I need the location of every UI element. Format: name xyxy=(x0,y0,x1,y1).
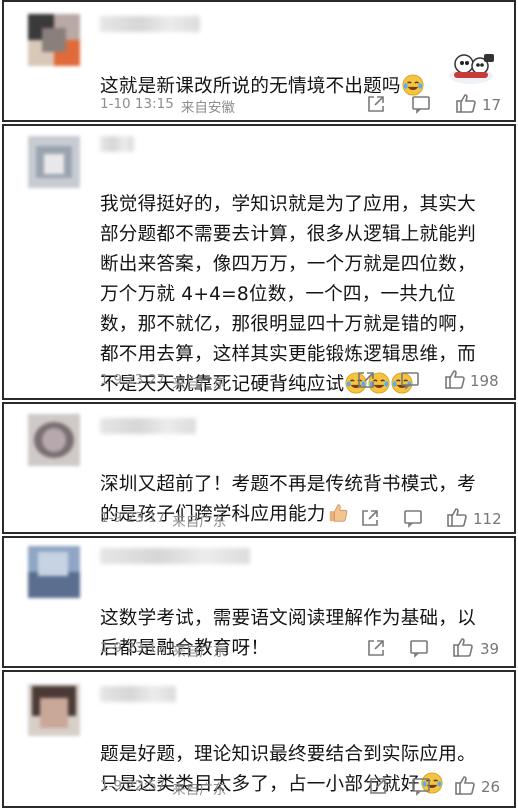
location: 来自广东 xyxy=(172,644,227,660)
laugh-cry-emoji xyxy=(402,74,424,96)
comment-meta: 1-9 23:17 来自广东 xyxy=(100,640,226,660)
comment-text: 我觉得挺好的，学知识就是为了应用，其实大 部分题都不需要去计算，很多从逻辑上就能… xyxy=(100,194,476,395)
thumbs-up-icon[interactable] xyxy=(446,506,468,528)
comment-card: 我觉得挺好的，学知识就是为了应用，其实大 部分题都不需要去计算，很多从逻辑上就能… xyxy=(2,124,516,400)
comment-meta: 1-9 23:27 来自广东 xyxy=(100,372,226,392)
comment-icon[interactable] xyxy=(403,508,423,528)
comment-icon[interactable] xyxy=(411,94,431,114)
comment-icon[interactable] xyxy=(411,776,431,796)
share-icon[interactable] xyxy=(360,508,380,528)
like-count: 39 xyxy=(480,640,500,658)
like-count: 26 xyxy=(481,778,501,796)
thumbs-up-icon[interactable] xyxy=(452,636,474,658)
timestamp: 1-9 22:57 xyxy=(100,778,166,794)
timestamp: 1-10 13:15 xyxy=(100,96,174,112)
comment-card: 深圳又超前了！考题不再是传统背书模式，考 的是孩子们跨学科应用能力 1-9 23… xyxy=(2,402,516,534)
comment-meta: 1-9 22:57 来自广东 xyxy=(100,778,226,798)
comment-feed: 这就是新课改所说的无情境不出题吗 1-10 13:15 来自安徽 17 我觉得挺… xyxy=(0,0,518,810)
timestamp: 1-9 23:27 xyxy=(100,372,166,388)
username[interactable] xyxy=(100,548,250,564)
avatar[interactable] xyxy=(28,546,80,598)
comment-text: 这就是新课改所说的无情境不出题吗 xyxy=(100,42,434,102)
comment-meta: 1-10 13:15 来自安徽 xyxy=(100,96,235,116)
avatar[interactable] xyxy=(28,136,80,188)
comment-icon[interactable] xyxy=(409,638,429,658)
avatar[interactable] xyxy=(28,14,80,66)
comment-card: 这数学考试，需要语文阅读理解作为基础，以 后都是融合教育呀！ 1-9 23:17… xyxy=(2,536,516,668)
thumbs-up-emoji xyxy=(329,504,347,522)
location: 来自安徽 xyxy=(180,100,235,116)
location: 来自广东 xyxy=(172,782,227,798)
username[interactable] xyxy=(100,686,176,702)
location: 来自广东 xyxy=(172,514,227,530)
avatar[interactable] xyxy=(28,684,80,736)
share-icon[interactable] xyxy=(366,94,386,114)
comment-card: 这就是新课改所说的无情境不出题吗 1-10 13:15 来自安徽 17 xyxy=(2,0,516,122)
cartoon-sticker-icon xyxy=(449,54,494,84)
location: 来自广东 xyxy=(172,376,227,392)
thumbs-up-icon[interactable] xyxy=(455,92,477,114)
share-icon[interactable] xyxy=(366,638,386,658)
like-count: 112 xyxy=(473,510,502,528)
timestamp: 1-9 23:17 xyxy=(100,510,166,526)
thumbs-up-icon[interactable] xyxy=(454,774,476,796)
username[interactable] xyxy=(100,136,134,152)
username[interactable] xyxy=(100,16,200,32)
comment-card: 题是好题，理论知识最终要结合到实际应用。 只是这类类目太多了，占一小部分就好 1… xyxy=(2,670,516,808)
avatar[interactable] xyxy=(28,414,80,466)
share-icon[interactable] xyxy=(356,370,376,390)
comment-icon[interactable] xyxy=(400,370,420,390)
share-icon[interactable] xyxy=(368,776,388,796)
comment-meta: 1-9 23:17 来自广东 xyxy=(100,510,226,530)
username[interactable] xyxy=(100,418,196,434)
thumbs-up-icon[interactable] xyxy=(444,368,466,390)
like-count: 198 xyxy=(470,372,499,390)
like-count: 17 xyxy=(482,96,502,114)
timestamp: 1-9 23:17 xyxy=(100,640,166,656)
